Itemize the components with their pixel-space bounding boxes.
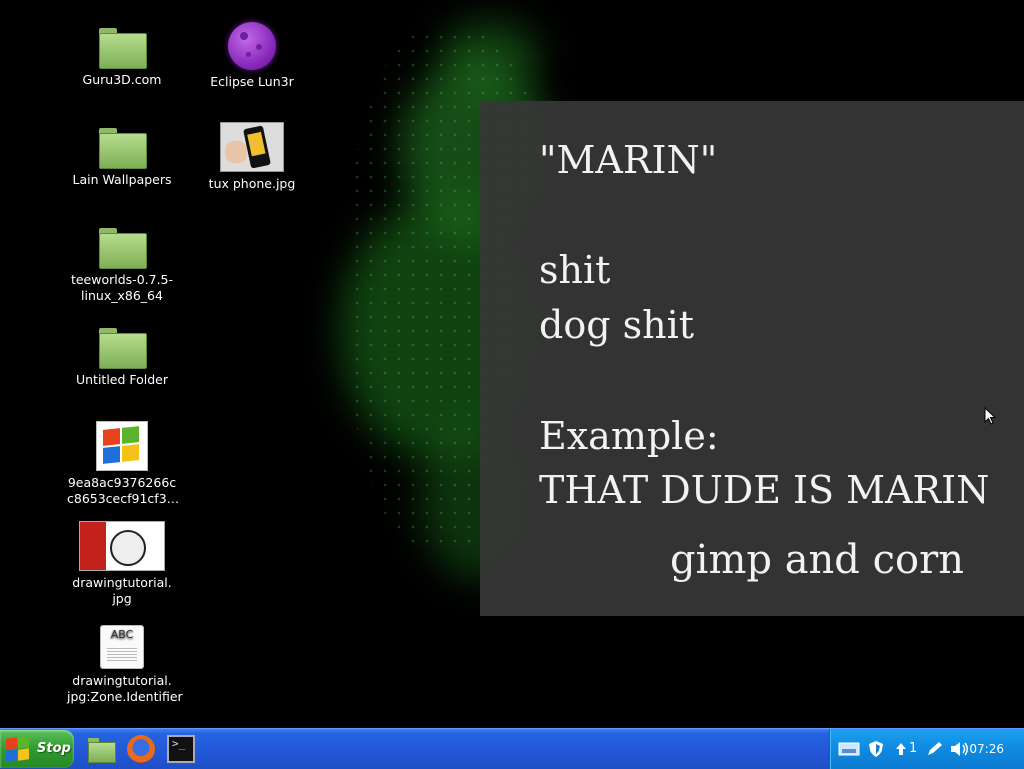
desktop-icon-eclipse-lun3r[interactable]: Eclipse Lun3r <box>197 22 307 90</box>
desktop-icon-label: Untitled Folder <box>75 372 169 387</box>
desktop-icon-label-line1: drawingtutorial. <box>72 575 172 590</box>
wallpaper-signature: gimp and corn <box>670 537 964 583</box>
wallpaper-text-line: THAT DUDE IS MARIN <box>539 468 990 512</box>
document-glyph-text: ABC <box>110 628 134 641</box>
wallpaper-text-line: shit <box>539 248 611 292</box>
folder-icon <box>99 228 147 269</box>
folder-icon <box>99 328 147 369</box>
update-count: 1 <box>909 741 918 756</box>
desktop-icon-label-line1: teeworlds-0.7.5- <box>70 272 174 287</box>
desktop-icon-guru3d[interactable]: Guru3D.com <box>67 28 177 88</box>
desktop-icon-teeworlds[interactable]: teeworlds-0.7.5- linux_x86_64 <box>67 228 177 304</box>
wallpaper-text-line: dog shit <box>539 303 695 347</box>
desktop-icon-label: Guru3D.com <box>82 72 162 87</box>
windows-flag-icon <box>5 736 31 762</box>
desktop-icon-zone-identifier[interactable]: ABC drawingtutorial. jpg:Zone.Identifier <box>67 625 183 705</box>
clock[interactable]: 07:26 <box>969 741 1004 757</box>
terminal-icon[interactable]: >_ <box>167 735 195 763</box>
mouse-cursor-icon <box>984 407 997 425</box>
start-button-label: Stop <box>37 741 71 756</box>
system-tray: 1 07:26 <box>829 729 1024 769</box>
network-icon[interactable] <box>838 741 860 757</box>
volume-icon[interactable] <box>950 741 970 757</box>
wallpaper-text-line: Example: <box>539 414 719 458</box>
desktop-icon-label-line2: linux_x86_64 <box>81 288 163 303</box>
image-thumbnail-icon <box>79 521 165 571</box>
desktop-icon-label: Eclipse Lun3r <box>210 74 294 89</box>
desktop-icon-label-line1: 9ea8ac9376266c <box>67 475 177 490</box>
desktop-icon-9ea8ac[interactable]: 9ea8ac9376266c c8653cecf91cf3… <box>67 421 180 507</box>
shield-icon[interactable] <box>867 740 885 758</box>
desktop-icon-label-line2: jpg <box>112 591 132 606</box>
desktop-icon-label-line2: c8653cecf91cf3… <box>67 491 180 506</box>
image-thumbnail-icon <box>220 122 284 172</box>
folder-icon <box>99 28 147 69</box>
pen-tool-icon[interactable] <box>926 741 944 757</box>
desktop-icon-label-line1: drawingtutorial. <box>72 673 172 688</box>
desktop-icon-label: tux phone.jpg <box>208 176 296 191</box>
desktop-icon-label: Lain Wallpapers <box>72 172 172 187</box>
windows-logo-icon <box>96 421 148 471</box>
purple-moon-icon <box>228 22 276 70</box>
start-button[interactable]: Stop <box>0 730 74 768</box>
wallpaper-text-panel: "MARIN" shit dog shit Example: THAT DUDE… <box>480 101 1024 616</box>
folder-icon <box>99 128 147 169</box>
desktop-icon-tux-phone[interactable]: tux phone.jpg <box>197 122 307 192</box>
taskbar: Stop >_ 1 07:26 <box>0 728 1024 769</box>
firefox-icon[interactable] <box>127 735 155 763</box>
desktop-icon-lain-wallpapers[interactable]: Lain Wallpapers <box>67 128 177 188</box>
file-manager-icon[interactable] <box>87 735 116 763</box>
desktop-icon-drawingtutorial-jpg[interactable]: drawingtutorial. jpg <box>67 521 177 607</box>
desktop-icon-label-line2: jpg:Zone.Identifier <box>67 689 183 704</box>
wallpaper-text-line: "MARIN" <box>539 138 718 182</box>
terminal-glyph: >_ <box>172 737 186 750</box>
text-document-icon: ABC <box>100 625 144 669</box>
update-notification-icon[interactable] <box>894 741 908 757</box>
desktop-icon-untitled-folder[interactable]: Untitled Folder <box>67 328 177 388</box>
